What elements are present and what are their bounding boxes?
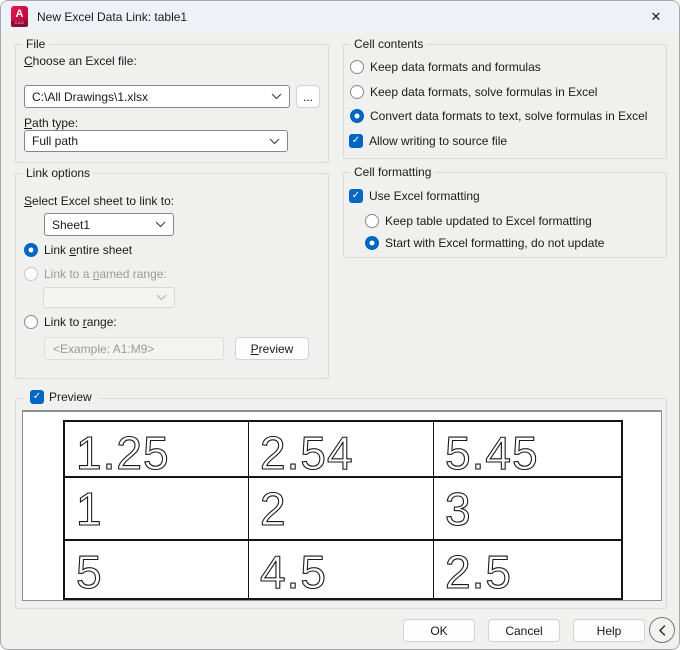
ok-button-label: OK <box>430 623 448 638</box>
table-cell-value: 1 <box>75 483 103 535</box>
new-excel-data-link-dialog: A CAD New Excel Data Link: table1 ✕ File… <box>0 0 680 650</box>
radio-keep-formats-formulas[interactable] <box>350 60 364 74</box>
checkbox-use-excel-formatting[interactable]: ✓ <box>349 189 363 203</box>
checkbox-preview[interactable]: ✓ <box>30 390 44 404</box>
range-input[interactable] <box>44 337 224 360</box>
preview-group: ✓ Preview 1.25 2.54 5.45 1 2 3 5 4.5 2.5 <box>15 390 667 609</box>
choose-file-label: Choose an Excel file: <box>24 54 137 68</box>
help-button-label: Help <box>596 623 622 638</box>
cell-formatting-group: Cell formatting ✓ Use Excel formatting K… <box>343 165 667 258</box>
table-cell-value: 5.45 <box>444 427 539 478</box>
table-cell-value: 3 <box>444 483 472 535</box>
radio-start-with-excel-formatting[interactable] <box>365 236 379 250</box>
preview-panel: 1.25 2.54 5.45 1 2 3 5 4.5 2.5 <box>22 410 662 601</box>
cancel-button-label: Cancel <box>505 623 543 638</box>
ellipsis-icon: ... <box>302 89 313 104</box>
check-icon: ✓ <box>32 391 42 402</box>
table-cell-value: 1.25 <box>75 427 170 478</box>
radio-start-with-excel-formatting-label: Start with Excel formatting, do not upda… <box>385 236 605 250</box>
close-icon: ✕ <box>650 8 662 24</box>
radio-link-to-range-label: Link to range: <box>44 315 117 329</box>
radio-keep-formats-solve-excel[interactable] <box>350 85 364 99</box>
path-type-combobox[interactable]: Full path <box>24 130 288 152</box>
sheet-combobox[interactable]: Sheet1 <box>44 213 174 236</box>
sheet-combobox-value: Sheet1 <box>52 217 91 232</box>
file-group-title: File <box>22 37 50 51</box>
preview-button[interactable]: Preview <box>235 337 309 360</box>
excel-file-combobox[interactable]: C:\All Drawings\1.xlsx <box>24 85 290 108</box>
excel-file-combobox-value: C:\All Drawings\1.xlsx <box>32 89 149 104</box>
path-type-combobox-value: Full path <box>32 134 79 148</box>
radio-convert-to-text[interactable] <box>350 109 364 123</box>
path-type-label: Path type: <box>24 116 79 130</box>
chevron-down-icon <box>155 221 166 228</box>
named-range-combobox[interactable] <box>43 287 175 308</box>
radio-link-entire-sheet[interactable] <box>24 243 38 257</box>
chevron-down-icon <box>271 93 282 100</box>
radio-link-to-range[interactable] <box>24 315 38 329</box>
preview-button-label: Preview <box>250 341 294 356</box>
radio-convert-to-text-label: Convert data formats to text, solve form… <box>370 109 648 123</box>
close-button[interactable]: ✕ <box>633 1 679 32</box>
preview-group-legend: ✓ Preview <box>24 390 98 404</box>
window-title: New Excel Data Link: table1 <box>37 9 188 24</box>
check-icon: ✓ <box>351 135 361 146</box>
table-cell: 2.5 <box>434 541 621 598</box>
table-cell: 2.54 <box>249 422 434 478</box>
link-options-group: Link options Select Excel sheet to link … <box>15 166 329 379</box>
collapse-options-button[interactable] <box>649 617 675 643</box>
chevron-down-icon <box>156 294 167 301</box>
preview-table: 1.25 2.54 5.45 1 2 3 5 4.5 2.5 <box>63 420 623 600</box>
radio-link-entire-sheet-label: Link entire sheet <box>44 243 133 257</box>
table-cell: 1.25 <box>65 422 249 478</box>
check-icon: ✓ <box>351 190 361 201</box>
radio-keep-table-updated-label: Keep table updated to Excel formatting <box>385 214 592 228</box>
table-cell-value: 2.5 <box>444 546 512 598</box>
table-cell: 2 <box>249 478 434 541</box>
table-cell-value: 4.5 <box>259 546 327 598</box>
titlebar: A CAD New Excel Data Link: table1 ✕ <box>1 1 679 32</box>
autocad-logo-letter: A <box>11 6 28 21</box>
table-cell-value: 2 <box>259 483 287 535</box>
radio-link-named-range[interactable] <box>24 267 38 281</box>
ok-button[interactable]: OK <box>403 619 475 642</box>
radio-keep-table-updated[interactable] <box>365 214 379 228</box>
table-cell: 3 <box>434 478 621 541</box>
table-cell-value: 5 <box>75 546 103 598</box>
chevron-down-icon <box>269 138 280 144</box>
file-group: File Choose an Excel file: C:\All Drawin… <box>15 37 329 163</box>
cell-formatting-group-title: Cell formatting <box>350 165 436 179</box>
table-cell: 4.5 <box>249 541 434 598</box>
radio-keep-formats-formulas-label: Keep data formats and formulas <box>370 60 541 74</box>
select-sheet-label: Select Excel sheet to link to: <box>24 194 175 208</box>
help-button[interactable]: Help <box>573 619 645 642</box>
autocad-app-icon: A CAD <box>11 6 28 27</box>
chevron-left-icon <box>659 624 666 636</box>
table-cell: 5.45 <box>434 422 621 478</box>
checkbox-preview-label: Preview <box>49 390 92 404</box>
table-cell-value: 2.54 <box>259 427 354 478</box>
checkbox-allow-writing[interactable]: ✓ <box>349 134 363 148</box>
checkbox-allow-writing-label: Allow writing to source file <box>369 134 508 148</box>
cell-contents-group: Cell contents Keep data formats and form… <box>343 37 667 159</box>
radio-keep-formats-solve-excel-label: Keep data formats, solve formulas in Exc… <box>370 85 598 99</box>
cell-contents-group-title: Cell contents <box>350 37 428 51</box>
cancel-button[interactable]: Cancel <box>488 619 560 642</box>
radio-link-named-range-label: Link to a named range: <box>44 267 167 281</box>
table-cell: 5 <box>65 541 249 598</box>
table-cell: 1 <box>65 478 249 541</box>
link-options-group-title: Link options <box>22 166 95 180</box>
browse-button[interactable]: ... <box>296 85 320 108</box>
autocad-logo-strip: CAD <box>11 21 28 27</box>
checkbox-use-excel-formatting-label: Use Excel formatting <box>369 189 480 203</box>
